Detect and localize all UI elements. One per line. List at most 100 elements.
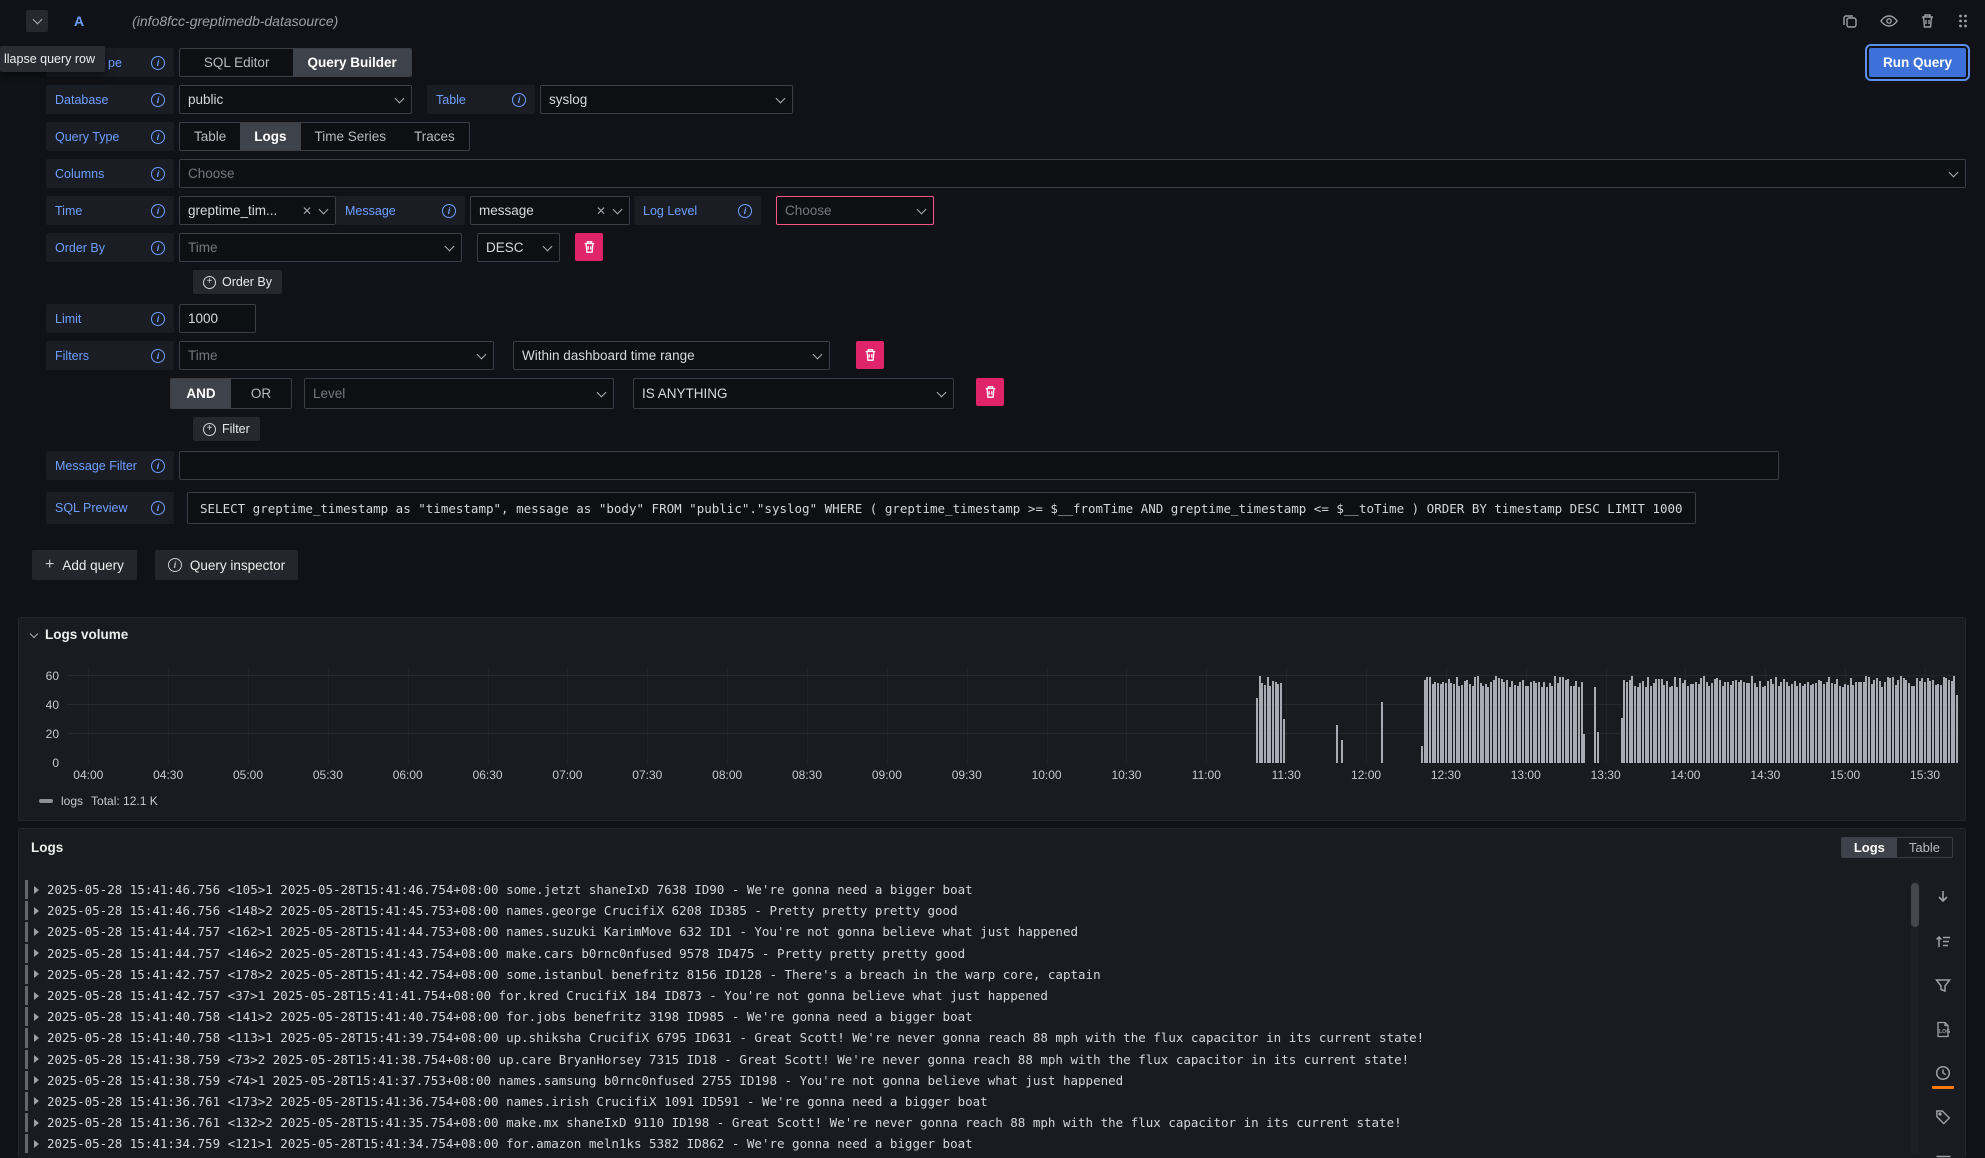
duplicate-icon[interactable] [1842,13,1858,29]
log-row[interactable]: 2025-05-28 15:41:36.761 <173>2 2025-05-2… [23,1091,1905,1112]
info-icon[interactable] [151,459,165,473]
remove-filter-button[interactable] [856,341,884,369]
log-file-icon[interactable]: LOG [1933,1019,1953,1039]
expand-caret-icon[interactable] [34,1034,39,1042]
wrap-lines-icon[interactable] [1933,1151,1953,1158]
log-row[interactable]: 2025-05-28 15:41:46.756 <148>2 2025-05-2… [23,900,1905,921]
expand-caret-icon[interactable] [34,1055,39,1063]
message-filter-input[interactable] [179,451,1779,480]
add-filter-button[interactable]: Filter [193,417,260,441]
filter-range-select[interactable]: Within dashboard time range [513,341,830,370]
logs-scrollbar[interactable] [1911,879,1919,1154]
tab-query-builder[interactable]: Query Builder [293,49,411,76]
info-icon[interactable] [151,349,165,363]
clear-icon[interactable] [596,204,606,218]
log-row[interactable]: 2025-05-28 15:41:44.757 <146>2 2025-05-2… [23,943,1905,964]
log-row[interactable]: 2025-05-28 15:41:42.757 <178>2 2025-05-2… [23,964,1905,985]
message-column-select[interactable]: message [470,196,630,225]
log-level-select[interactable]: Choose [776,196,934,225]
remove-condition-button[interactable] [976,378,1004,406]
chevron-down-icon [776,93,786,103]
expand-caret-icon[interactable] [34,1097,39,1105]
info-icon[interactable] [738,204,752,218]
time-column-select[interactable]: greptime_tim... [179,196,336,225]
toggle-table[interactable]: Table [1897,838,1952,857]
expand-caret-icon[interactable] [34,886,39,894]
trash-icon[interactable] [1920,13,1935,29]
log-row[interactable]: 2025-05-28 15:41:36.761 <132>2 2025-05-2… [23,1112,1905,1133]
add-order-by-button[interactable]: Order By [193,270,282,294]
expand-caret-icon[interactable] [34,1013,39,1021]
expand-caret-icon[interactable] [34,970,39,978]
log-row[interactable]: 2025-05-28 15:41:38.759 <74>1 2025-05-28… [23,1070,1905,1091]
log-row[interactable]: 2025-05-28 15:41:34.759 <121>1 2025-05-2… [23,1133,1905,1154]
info-icon[interactable] [151,312,165,326]
query-inspector-button[interactable]: Query inspector [155,550,298,580]
collapse-query-row-button[interactable] [26,10,48,32]
toggle-logs[interactable]: Logs [1842,838,1897,857]
info-icon[interactable] [151,501,165,515]
database-select[interactable]: public [179,85,412,114]
limit-input[interactable]: 1000 [179,304,256,333]
add-query-button[interactable]: Add query [32,550,137,580]
query-type-traces[interactable]: Traces [400,123,469,150]
info-icon[interactable] [151,130,165,144]
expand-caret-icon[interactable] [34,1076,39,1084]
log-row[interactable]: 2025-05-28 15:41:42.757 <37>1 2025-05-28… [23,985,1905,1006]
drag-handle-icon[interactable] [1957,13,1969,29]
expand-caret-icon[interactable] [34,907,39,915]
volume-bar [1583,734,1585,763]
add-order-by-row: Order By [46,270,1966,294]
expand-caret-icon[interactable] [34,992,39,1000]
expand-caret-icon[interactable] [34,1140,39,1148]
filter-match-value: IS ANYTHING [642,386,728,401]
log-row[interactable]: 2025-05-28 15:41:44.757 <162>1 2025-05-2… [23,921,1905,942]
clock-icon[interactable] [1933,1063,1953,1083]
log-row-text: 2025-05-28 15:41:38.759 <73>2 2025-05-28… [47,1052,1409,1067]
log-row[interactable]: 2025-05-28 15:41:40.758 <141>2 2025-05-2… [23,1006,1905,1027]
info-icon[interactable] [442,204,456,218]
order-direction-select[interactable]: DESC [477,233,560,262]
tab-sql-editor[interactable]: SQL Editor [180,49,293,76]
bool-or[interactable]: OR [231,379,291,408]
info-icon[interactable] [512,93,526,107]
log-row[interactable]: 2025-05-28 15:41:46.756 <105>1 2025-05-2… [23,879,1905,900]
x-axis-tick: 12:00 [1351,768,1381,782]
row-label-table: Table [427,85,535,114]
log-row[interactable]: 2025-05-28 15:41:40.758 <113>1 2025-05-2… [23,1027,1905,1048]
sort-asc-icon[interactable] [1933,931,1953,951]
eye-icon[interactable] [1880,13,1898,29]
query-type-logs[interactable]: Logs [240,123,300,150]
gridline [67,675,1957,676]
info-icon[interactable] [151,167,165,181]
clear-icon[interactable] [302,204,312,218]
expand-caret-icon[interactable] [34,1119,39,1127]
run-query-button[interactable]: Run Query [1869,48,1966,77]
filter-level-select[interactable]: Level [304,378,614,409]
info-icon[interactable] [151,241,165,255]
columns-select[interactable]: Choose [179,159,1966,188]
table-select[interactable]: syslog [540,85,793,114]
remove-order-by-button[interactable] [575,233,603,261]
info-icon[interactable] [151,93,165,107]
download-icon[interactable] [1933,887,1953,907]
info-icon[interactable] [151,56,165,70]
query-type-time-series[interactable]: Time Series [301,123,401,150]
filter-match-select[interactable]: IS ANYTHING [633,378,954,409]
log-row[interactable]: 2025-05-28 15:41:38.759 <73>2 2025-05-28… [23,1049,1905,1070]
expand-caret-icon[interactable] [34,928,39,936]
expand-caret-icon[interactable] [34,949,39,957]
tag-icon[interactable] [1933,1107,1953,1127]
logs-scrollbar-thumb[interactable] [1911,883,1919,927]
bool-and[interactable]: AND [171,379,231,408]
filter-funnel-icon[interactable] [1933,975,1953,995]
filter-field-select[interactable]: Time [179,341,494,370]
chevron-down-icon[interactable] [30,629,38,637]
info-icon[interactable] [151,204,165,218]
y-axis-tick: 60 [19,669,59,683]
logs-volume-chart[interactable]: 0204060 [67,667,1957,763]
query-type-table[interactable]: Table [180,123,240,150]
gridline [1606,667,1607,763]
order-by-select[interactable]: Time [179,233,462,262]
legend-series-name[interactable]: logs [61,794,83,808]
